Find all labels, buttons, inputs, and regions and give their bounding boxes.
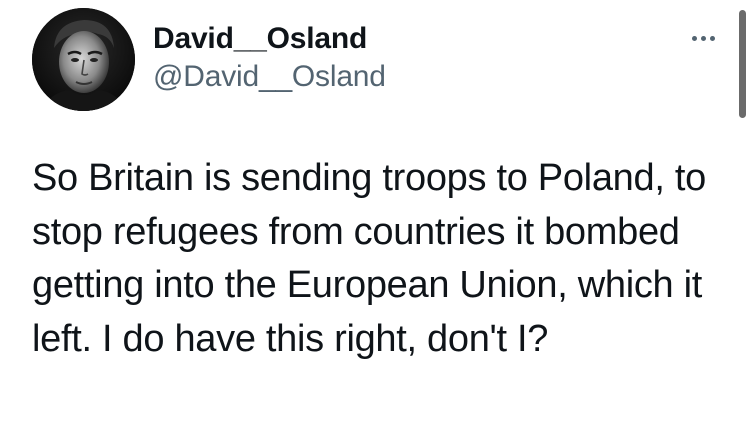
tweet-card: David__Osland @David__Osland So Britain … (0, 0, 750, 434)
more-horizontal-icon (709, 35, 715, 41)
avatar-photo-icon (32, 8, 135, 111)
author-info: David__Osland @David__Osland (153, 20, 386, 96)
more-horizontal-icon (700, 35, 706, 41)
author-handle[interactable]: @David__Osland (153, 58, 386, 96)
scrollbar-thumb[interactable] (739, 10, 746, 118)
more-horizontal-icon (691, 35, 697, 41)
more-options-button[interactable] (683, 26, 723, 50)
author-avatar[interactable] (32, 8, 135, 111)
author-display-name[interactable]: David__Osland (153, 20, 386, 58)
tweet-body-text: So Britain is sending troops to Poland, … (32, 157, 706, 360)
